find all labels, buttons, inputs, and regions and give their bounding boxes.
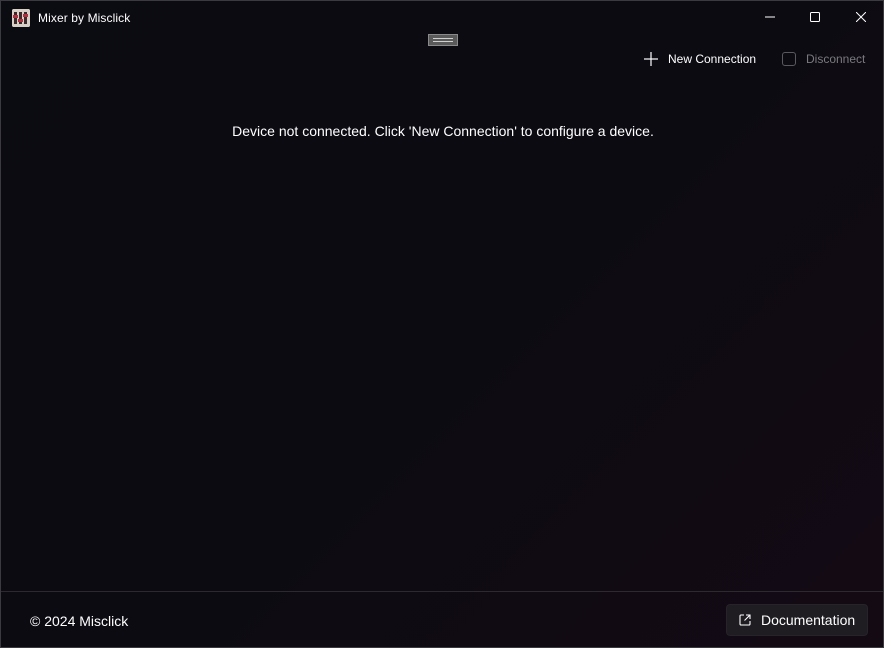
- documentation-button[interactable]: Documentation: [726, 604, 868, 636]
- maximize-icon: [810, 12, 820, 22]
- maximize-button[interactable]: [792, 1, 838, 33]
- app-window: Mixer by Misclick New Connection Disconn…: [0, 0, 884, 648]
- drag-handle-line: [433, 41, 453, 42]
- plus-icon: [644, 52, 658, 66]
- title-bar[interactable]: Mixer by Misclick: [1, 1, 883, 33]
- window-title: Mixer by Misclick: [38, 11, 131, 25]
- new-connection-label: New Connection: [668, 52, 757, 66]
- new-connection-button[interactable]: New Connection: [643, 47, 756, 71]
- checkbox-icon: [782, 52, 796, 66]
- external-link-icon: [739, 614, 751, 626]
- status-message: Device not connected. Click 'New Connect…: [232, 123, 654, 139]
- minimize-button[interactable]: [747, 1, 793, 33]
- disconnect-label: Disconnect: [806, 52, 866, 66]
- documentation-label: Documentation: [761, 612, 856, 628]
- minimize-icon: [765, 16, 775, 18]
- disconnect-button[interactable]: Disconnect: [782, 47, 865, 71]
- close-icon: [856, 12, 866, 22]
- drag-handle[interactable]: [428, 34, 458, 46]
- mixer-app-icon: [12, 9, 30, 27]
- close-button[interactable]: [838, 1, 883, 33]
- footer: © 2024 Misclick Documentation: [1, 591, 883, 647]
- copyright-text: © 2024 Misclick: [30, 613, 129, 629]
- drag-handle-line: [433, 38, 453, 39]
